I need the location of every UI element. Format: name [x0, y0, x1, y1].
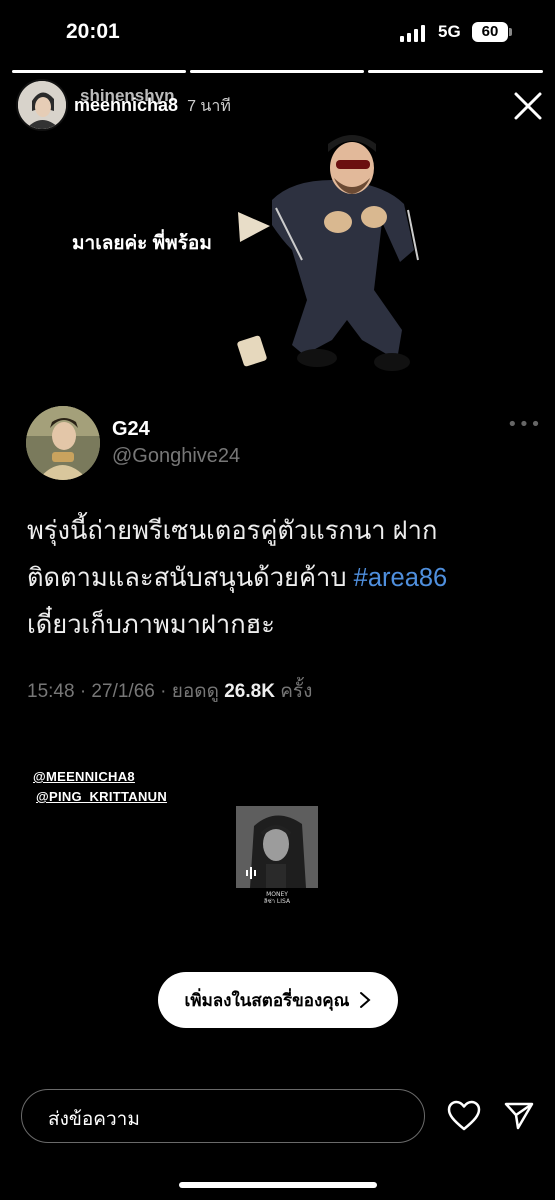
network-label: 5G — [438, 22, 461, 41]
chevron-right-icon — [360, 992, 371, 1008]
add-to-story-button[interactable]: เพิ่มลงในสตอรี่ของคุณ — [158, 972, 398, 1028]
like-button[interactable] — [447, 1100, 481, 1132]
battery-icon: 60 — [472, 22, 508, 42]
add-to-story-label: เพิ่มลงในสตอรี่ของคุณ — [184, 990, 350, 1010]
tweet-handle: @Gonghive24 — [112, 445, 241, 467]
tweet-line-3: เดี๋ยวเก็บภาพมาฝากฮะ — [27, 611, 275, 639]
tweet-views-suffix: ครั้ง — [280, 681, 313, 702]
story-avatar[interactable] — [16, 79, 68, 131]
music-caption: MONEY ลิซ่า LISA — [236, 891, 318, 905]
close-button[interactable] — [512, 90, 544, 122]
tweet-avatar[interactable] — [26, 406, 100, 480]
heart-icon — [447, 1100, 481, 1131]
signal-icon — [400, 24, 425, 42]
battery-tip — [509, 28, 512, 36]
story-username-text: meennicha8 — [74, 95, 179, 115]
close-icon — [514, 92, 542, 120]
tweet-line-1: พรุ่งนี้ถ่ายพรีเซนเตอรคู่ตัวแรกนา ฝาก — [27, 517, 438, 545]
home-indicator[interactable] — [179, 1182, 377, 1188]
sticker-caption: มาเลยค่ะ พี่พร้อม — [72, 233, 212, 254]
music-sticker[interactable] — [236, 806, 318, 888]
story-progress — [12, 70, 543, 73]
tweet-views: 26.8K — [224, 681, 275, 702]
story-username[interactable]: meennicha8 7 นาที — [74, 94, 231, 119]
status-time: 20:01 — [66, 20, 120, 43]
progress-segment — [190, 70, 364, 73]
music-title: MONEY — [266, 891, 288, 898]
tweet-meta: 15:48 · 27/1/66 · ยอดดู 26.8K ครั้ง — [27, 676, 312, 706]
story-time: 7 นาที — [187, 98, 231, 115]
progress-segment — [12, 70, 186, 73]
reply-placeholder: ส่งข้อความ — [48, 1109, 140, 1130]
more-icon: ••• — [507, 414, 542, 435]
music-artist: ลิซ่า LISA — [263, 898, 291, 905]
tweet-line-2: ติดตามและสนับสนุนด้วยค้าบ #area86 — [27, 555, 537, 602]
progress-segment — [368, 70, 543, 73]
send-button[interactable] — [503, 1100, 535, 1132]
mention-tag[interactable]: @MEENNICHA8 — [33, 769, 135, 784]
mention-tag[interactable]: @PING_KRITTANUN — [36, 789, 167, 804]
tweet-display-name: G24 — [112, 418, 150, 440]
tweet-text: พรุ่งนี้ถ่ายพรีเซนเตอรคู่ตัวแรกนา ฝาก ติ… — [27, 508, 537, 649]
tweet-line-2-text: ติดตามและสนับสนุนด้วยค้าบ — [27, 564, 347, 592]
tweet-time: 15:48 · 27/1/66 · ยอดดู — [27, 681, 219, 702]
hashtag-link: #area86 — [353, 564, 448, 592]
man-sticker-image — [237, 135, 419, 371]
send-icon — [504, 1102, 534, 1130]
